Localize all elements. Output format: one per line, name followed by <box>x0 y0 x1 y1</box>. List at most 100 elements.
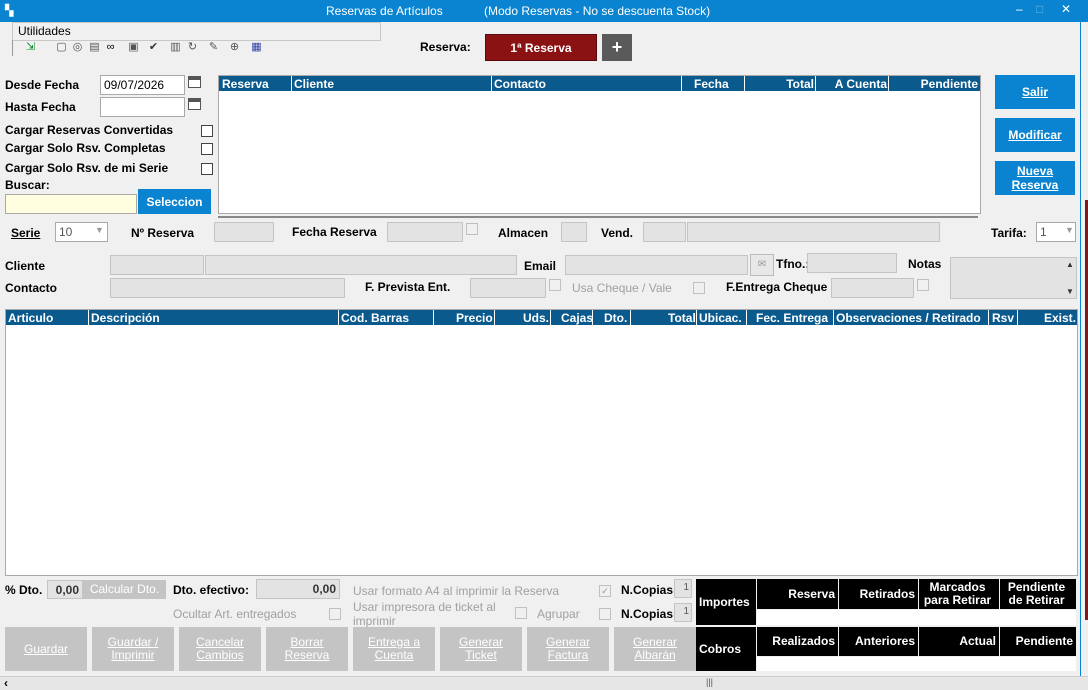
column-header[interactable]: Contacto <box>494 77 546 91</box>
ncopias-input[interactable]: 1 <box>674 579 692 598</box>
calendar-icon[interactable] <box>188 98 201 110</box>
maximize-button[interactable]: □ <box>1036 2 1043 16</box>
menu-utilidades[interactable]: Utilidades <box>18 24 71 38</box>
guardar-imprimir-button[interactable]: Guardar / Imprimir <box>92 627 174 671</box>
f-entrega-cheque-label: F.Entrega Cheque <box>726 280 828 294</box>
chevron-up-icon[interactable]: ▲ <box>1066 260 1074 269</box>
f-prevista-checkbox[interactable] <box>549 279 561 291</box>
column-header[interactable]: Total <box>786 77 814 91</box>
calendar-icon[interactable] <box>188 76 201 88</box>
email-input[interactable] <box>565 255 748 275</box>
generar-albaran-button[interactable]: Generar Albarán <box>614 627 696 671</box>
n-reserva-input[interactable] <box>214 222 274 242</box>
column-header[interactable]: Dto. <box>604 311 627 325</box>
cliente-code-input[interactable] <box>110 255 204 275</box>
ocultar-art-checkbox[interactable] <box>329 608 341 620</box>
column-header[interactable]: Articulo <box>8 311 53 325</box>
column-header[interactable]: Pendiente <box>921 77 978 91</box>
chevron-down-icon[interactable]: ▼ <box>1066 287 1074 296</box>
app-icon[interactable]: ▚ <box>5 4 13 17</box>
add-reserva-button[interactable]: + <box>602 34 632 61</box>
column-header[interactable]: Fecha <box>694 77 729 91</box>
vend-name-input[interactable] <box>687 222 940 242</box>
notes-icon[interactable]: ▦ <box>250 41 263 54</box>
email-send-icon[interactable]: ✉ <box>750 254 774 276</box>
f-entrega-cheque-checkbox[interactable] <box>917 279 929 291</box>
agrupar-checkbox[interactable] <box>599 608 611 620</box>
cargar-completas-checkbox[interactable] <box>201 143 213 155</box>
refresh-icon[interactable]: ↻ <box>186 41 199 54</box>
chevron-down-icon[interactable]: ▼ <box>95 225 104 235</box>
print-icon[interactable]: ▤ <box>88 41 101 54</box>
edit-icon[interactable]: ✎ <box>207 41 220 54</box>
column-header[interactable]: Rsv <box>992 311 1014 325</box>
impresora-ticket-checkbox[interactable] <box>515 607 527 619</box>
column-header[interactable]: Fec. Entrega <box>756 311 828 325</box>
nueva-reserva-button[interactable]: Nueva Reserva <box>995 161 1075 195</box>
scroll-grip[interactable]: ||| <box>706 677 713 687</box>
formato-a4-checkbox[interactable]: ✓ <box>599 585 611 597</box>
f-prevista-input[interactable] <box>470 278 546 298</box>
printer-icon[interactable]: ▥ <box>169 41 182 54</box>
f-entrega-cheque-input[interactable] <box>831 278 914 298</box>
column-header[interactable]: Total <box>668 311 696 325</box>
salir-button[interactable]: Salir <box>995 75 1075 109</box>
contacto-input[interactable] <box>110 278 345 298</box>
dto-input[interactable]: 0,00 <box>47 580 83 599</box>
guardar-button[interactable]: Guardar <box>5 627 87 671</box>
hasta-fecha-input[interactable] <box>100 97 185 117</box>
column-header[interactable]: Observaciones / Retirado <box>836 311 981 325</box>
binoculars-icon[interactable]: ∞ <box>104 41 117 54</box>
generar-ticket-button[interactable]: Generar Ticket <box>440 627 522 671</box>
cliente-name-input[interactable] <box>205 255 517 275</box>
almacen-input[interactable] <box>561 222 587 242</box>
column-header[interactable]: A Cuenta <box>835 77 887 91</box>
reserva-tab-button[interactable]: 1ª Reserva <box>485 34 597 61</box>
copy-icon[interactable]: ◎ <box>71 41 84 54</box>
column-header[interactable]: Uds. <box>523 311 549 325</box>
seleccion-button[interactable]: Seleccion <box>138 189 211 214</box>
f-prevista-label: F. Prevista Ent. <box>365 280 451 294</box>
exit-icon[interactable]: ⇲ <box>24 41 37 54</box>
column-header[interactable]: Ubicac. <box>699 311 742 325</box>
clipboard-icon[interactable]: ▣ <box>127 41 140 54</box>
column-header[interactable]: Cajas <box>561 311 593 325</box>
minimize-button[interactable]: – <box>1016 2 1023 16</box>
vend-code-input[interactable] <box>643 222 686 242</box>
column-header[interactable]: Exist. <box>1044 311 1076 325</box>
borrar-reserva-button[interactable]: Borrar Reserva <box>266 627 348 671</box>
usa-cheque-checkbox[interactable] <box>693 282 705 294</box>
generar-factura-button[interactable]: Generar Factura <box>527 627 609 671</box>
column-header[interactable]: Cod. Barras <box>341 311 409 325</box>
reservas-grid[interactable] <box>218 75 981 214</box>
entrega-cuenta-button[interactable]: Entrega a Cuenta <box>353 627 435 671</box>
fecha-reserva-checkbox[interactable] <box>466 223 478 235</box>
cancelar-cambios-button[interactable]: Cancelar Cambios <box>179 627 261 671</box>
tfno-input[interactable] <box>807 253 897 273</box>
scroll-left-arrow[interactable]: ‹ <box>4 676 8 690</box>
agrupar-label: Agrupar <box>537 607 580 621</box>
ncopias-input[interactable]: 1 <box>674 603 692 622</box>
articles-grid[interactable] <box>5 309 1078 576</box>
summary-header: Retirados <box>839 579 918 609</box>
modificar-button[interactable]: Modificar <box>995 118 1075 152</box>
column-header[interactable]: Reserva <box>222 77 269 91</box>
cargar-serie-checkbox[interactable] <box>201 163 213 175</box>
column-header[interactable]: Descripción <box>91 311 160 325</box>
column-header[interactable]: Cliente <box>294 77 334 91</box>
notas-textarea[interactable] <box>950 257 1077 299</box>
chevron-down-icon[interactable]: ▼ <box>1065 225 1074 235</box>
new-doc-icon[interactable]: ▢ <box>55 41 68 54</box>
buscar-input[interactable] <box>5 194 137 214</box>
cargar-convertidas-checkbox[interactable] <box>201 125 213 137</box>
check-icon[interactable]: ✔ <box>147 41 160 54</box>
desde-fecha-input[interactable]: 09/07/2026 <box>100 75 185 95</box>
horizontal-scrollbar[interactable]: ‹ ||| <box>0 676 1088 690</box>
calcular-dto-button[interactable]: Calcular Dto. <box>83 580 166 599</box>
fecha-reserva-input[interactable] <box>387 222 463 242</box>
search-doc-icon[interactable]: ⊕ <box>228 41 241 54</box>
column-header[interactable]: Precio <box>456 311 493 325</box>
importes-label: Importes <box>696 579 756 625</box>
dto-efectivo-input[interactable]: 0,00 <box>256 579 340 599</box>
close-button[interactable]: ✕ <box>1061 2 1071 16</box>
